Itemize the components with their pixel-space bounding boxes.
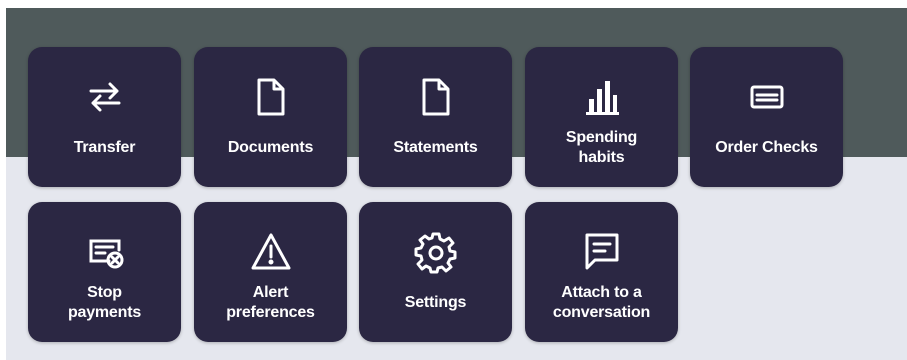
check-icon [745,75,789,119]
stop-payment-icon [83,230,127,274]
tile-label: Stop payments [67,284,142,321]
chat-bubble-icon [580,230,624,274]
tile-label: Alert preferences [226,284,315,321]
tile-label: Documents [227,139,314,156]
transfer-arrows-icon [83,75,127,119]
gear-icon [414,230,458,274]
tile-label: Transfer [73,139,136,156]
document-icon [249,75,293,119]
transfer-button[interactable]: Transfer [28,47,181,187]
spending-habits-button[interactable]: Spending habits [525,47,678,187]
tile-label: Statements [393,139,478,156]
settings-button[interactable]: Settings [359,202,512,342]
order-checks-button[interactable]: Order Checks [690,47,843,187]
bar-chart-icon [580,75,624,119]
tile-label: Spending habits [565,129,638,166]
warning-triangle-icon [249,230,293,274]
alert-preferences-button[interactable]: Alert preferences [194,202,347,342]
stop-payments-button[interactable]: Stop payments [28,202,181,342]
document-icon [414,75,458,119]
tile-label: Settings [404,294,467,311]
statements-button[interactable]: Statements [359,47,512,187]
documents-button[interactable]: Documents [194,47,347,187]
attach-to-conversation-button[interactable]: Attach to a conversation [525,202,678,342]
tile-label: Attach to a conversation [552,284,651,321]
tile-label: Order Checks [715,139,818,156]
